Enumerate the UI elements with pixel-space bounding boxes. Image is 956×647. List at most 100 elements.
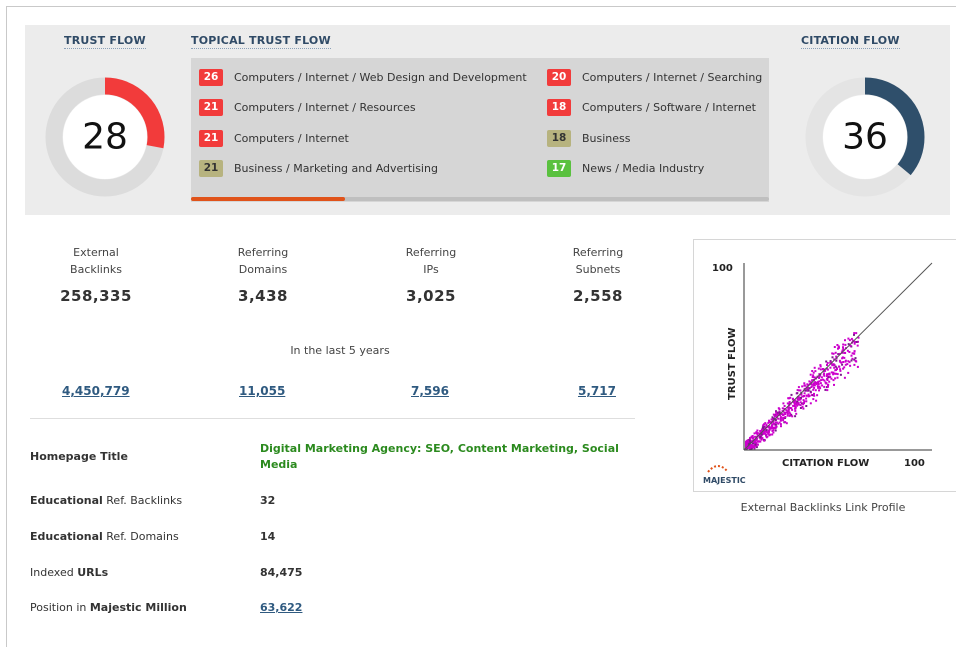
citation-flow-donut: 36 (804, 76, 926, 198)
citation-flow-heading[interactable]: CITATION FLOW (801, 34, 900, 49)
majestic-million-link[interactable]: 63,622 (260, 601, 302, 614)
stat-referring-subnets: Referring Subnets 2,558 (533, 244, 663, 305)
scatter-point (792, 397, 794, 400)
scatter-point (774, 429, 777, 432)
topical-category-row[interactable]: 26 Computers / Internet / Web Design and … (199, 68, 527, 86)
scatter-point (848, 339, 851, 342)
topical-category-row[interactable]: 18 Business (547, 129, 631, 147)
scatter-point (749, 437, 752, 440)
topical-score-badge: 18 (547, 129, 571, 147)
scatter-point (820, 376, 823, 379)
scatter-point (844, 343, 847, 346)
scatter-point (807, 395, 810, 398)
y-max-label: 100 (712, 263, 733, 274)
scatter-point (839, 369, 842, 372)
majestic-logo: MAJESTIC (703, 465, 746, 485)
scatter-point (825, 375, 828, 378)
scatter-point (823, 385, 826, 388)
scatter-point (822, 378, 824, 381)
topical-category-row[interactable]: 21 Business / Marketing and Advertising (199, 159, 438, 177)
scatter-point (813, 366, 816, 369)
scatter-point (802, 399, 805, 402)
stat-value: 2,558 (573, 287, 623, 305)
scatter-point (813, 394, 816, 397)
scatter-point (772, 422, 775, 425)
history-referring-ips-link[interactable]: 7,596 (411, 384, 449, 398)
scatter-point (853, 363, 856, 366)
scatter-point (763, 439, 766, 442)
scatter-point (822, 368, 824, 370)
scatter-point (839, 373, 842, 376)
scatter-point (832, 373, 835, 376)
scatter-point (759, 436, 762, 438)
scatter-point (765, 436, 768, 439)
topical-category-label: Computers / Internet (234, 131, 349, 145)
scatter-point (754, 443, 757, 446)
topical-category-row[interactable]: 21 Computers / Internet / Resources (199, 98, 416, 116)
topical-score-badge: 20 (547, 68, 571, 86)
history-external-backlinks-link[interactable]: 4,450,779 (62, 384, 130, 398)
scatter-point (784, 421, 787, 424)
topical-score-badge: 21 (199, 129, 223, 147)
scatter-point (752, 436, 755, 439)
scatter-point (842, 346, 844, 349)
scatter-point (818, 377, 821, 379)
scatter-point (853, 332, 856, 335)
scatter-point (855, 341, 858, 343)
majestic-logo-text: MAJESTIC (703, 476, 746, 485)
link-profile-chart[interactable]: 100 TRUST FLOW CITATION FLOW 100 MAJESTI… (693, 239, 956, 492)
scatter-point (786, 412, 789, 415)
scatter-point (853, 333, 855, 336)
scatter-point (841, 357, 844, 360)
scatter-point (779, 416, 782, 419)
scatter-point (850, 337, 853, 340)
topical-category-row[interactable]: 18 Computers / Software / Internet (547, 98, 756, 116)
topical-category-row[interactable]: 17 News / Media Industry (547, 159, 704, 177)
topical-category-row[interactable]: 21 Computers / Internet (199, 129, 349, 147)
topical-trust-flow-heading[interactable]: TOPICAL TRUST FLOW (191, 34, 331, 49)
link-profile-plot: 100 TRUST FLOW CITATION FLOW 100 MAJESTI… (703, 262, 933, 485)
scatter-point (849, 364, 852, 367)
trust-flow-heading[interactable]: TRUST FLOW (64, 34, 146, 49)
scatter-point (846, 349, 849, 352)
topical-category-row[interactable]: 20 Computers / Internet / Searching (547, 68, 762, 86)
period-label: In the last 5 years (290, 344, 390, 357)
scatter-point (803, 392, 806, 395)
scatter-point (782, 402, 785, 405)
section-divider (30, 418, 635, 419)
history-referring-domains-link[interactable]: 11,055 (239, 384, 285, 398)
scatter-point (833, 366, 836, 369)
scatter-point (809, 390, 812, 393)
scatter-point (829, 366, 832, 369)
stat-referring-ips: Referring IPs 3,025 (366, 244, 496, 305)
scatter-point (751, 444, 754, 447)
edu-domains-value: 14 (260, 530, 276, 543)
scatter-point (748, 446, 751, 449)
scatter-point (835, 359, 838, 362)
scatter-point (842, 367, 845, 370)
scatter-point (847, 371, 850, 374)
scatter-point (812, 388, 815, 391)
scatter-point (797, 386, 800, 389)
scatter-point (826, 378, 829, 381)
topical-scroll-thumb[interactable] (191, 197, 345, 201)
scatter-point (806, 383, 809, 386)
topical-scroll-track[interactable] (191, 197, 769, 201)
topical-score-badge: 21 (199, 159, 223, 177)
scatter-point (831, 352, 834, 355)
scatter-point (822, 373, 825, 376)
scatter-point (746, 440, 749, 443)
citation-flow-value: 36 (842, 116, 888, 158)
history-referring-subnets-link[interactable]: 5,717 (578, 384, 616, 398)
scatter-point (819, 387, 822, 390)
scatter-point (842, 361, 845, 363)
scatter-point (813, 392, 815, 395)
scatter-point (768, 419, 770, 422)
scatter-point (765, 424, 768, 427)
scatter-point (796, 392, 799, 395)
scatter-point (816, 382, 819, 385)
stat-value: 3,025 (406, 287, 456, 305)
topical-category-label: Computers / Internet / Resources (234, 100, 416, 114)
scatter-point (772, 413, 775, 416)
scatter-point (856, 365, 859, 368)
